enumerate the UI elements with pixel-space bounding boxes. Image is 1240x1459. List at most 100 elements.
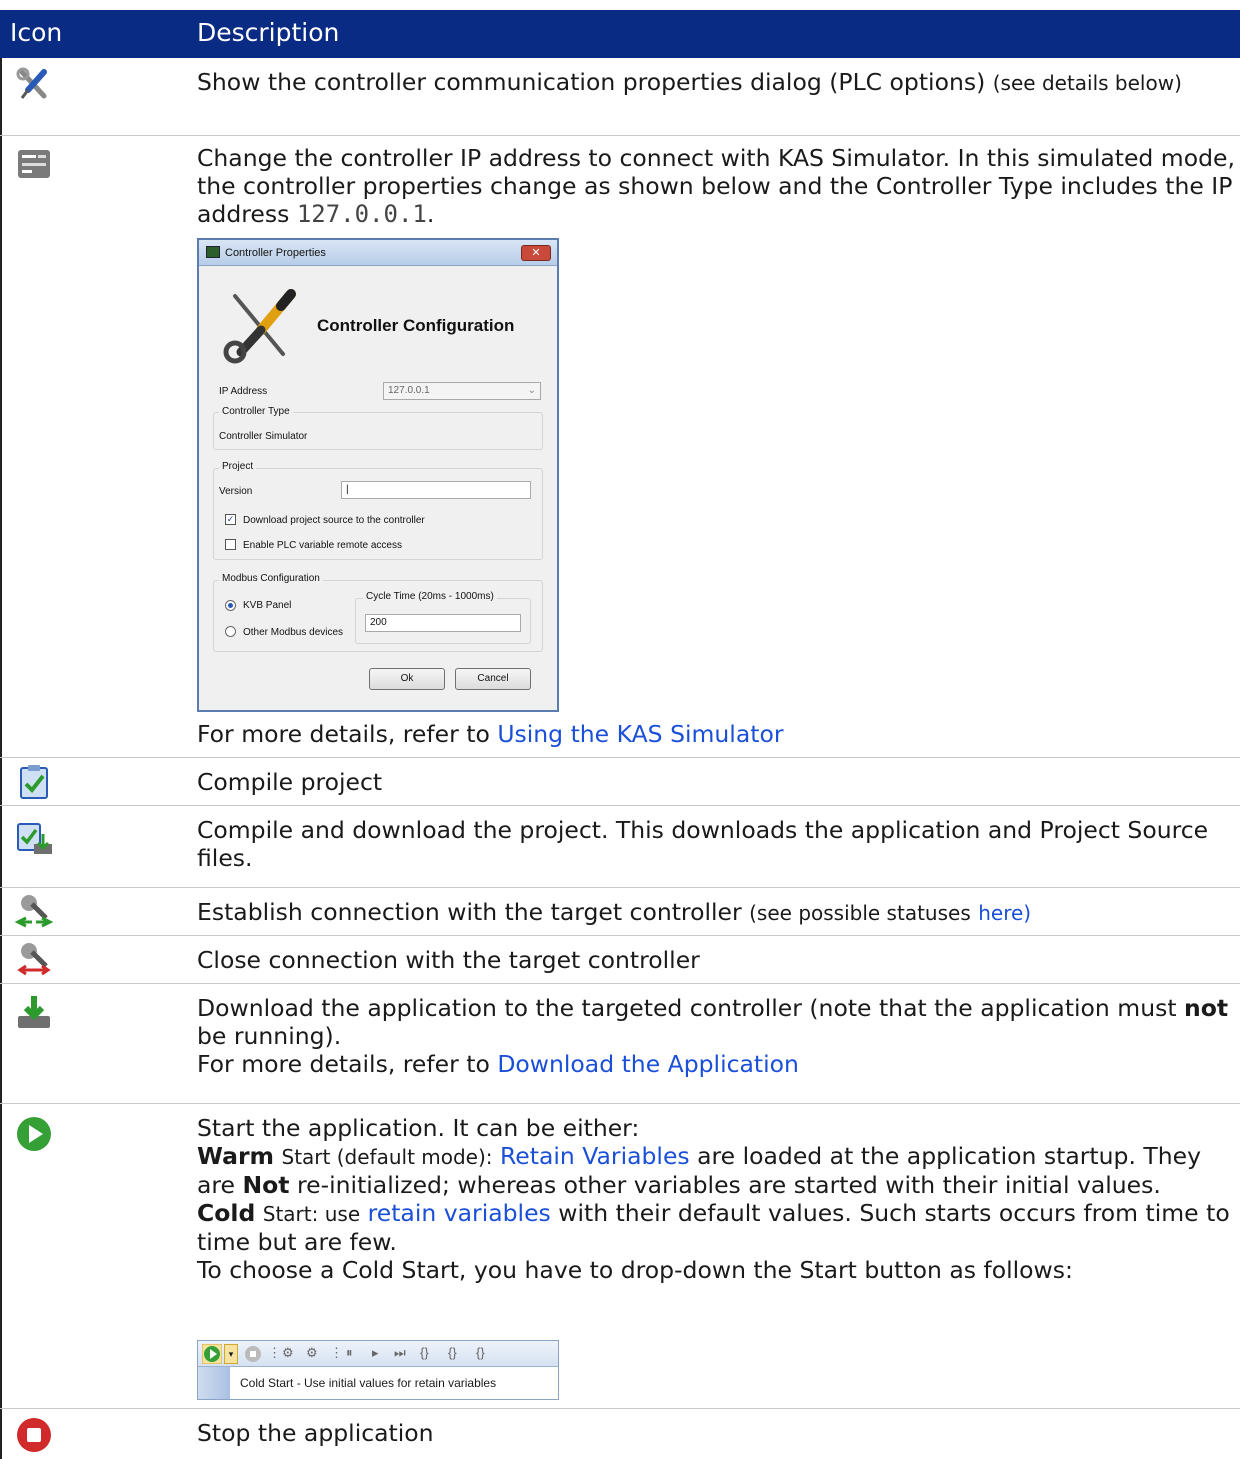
icon-column-header: Icon [10,18,63,47]
table-row: Close connection with the target control… [0,936,1240,984]
retain-variables-link-2[interactable]: retain variables [368,1199,551,1227]
period: . [426,200,435,228]
table-row: Establish connection with the target con… [0,888,1240,936]
row-description: Start the application. It can be either:… [197,1114,1236,1284]
not-emphasis: not [1184,994,1229,1022]
description-text: Show the controller communication proper… [197,68,986,96]
cycle-time-value: 200 [370,617,387,628]
cold-start-menu-item[interactable]: Cold Start - Use initial values for reta… [240,1376,496,1390]
app-icon [206,246,220,258]
version-input[interactable]: | [341,481,531,499]
stop-icon[interactable] [244,1345,262,1363]
using-kas-simulator-link[interactable]: Using the KAS Simulator [497,720,783,748]
table-row: Show the controller communication proper… [0,58,1240,136]
description-text-end: be running). [197,1022,342,1050]
statuses-here-link[interactable]: here) [978,901,1031,925]
table-row: Start the application. It can be either:… [0,1104,1240,1409]
version-value: | [346,484,349,495]
kvb-panel-radio[interactable] [225,600,236,611]
menu-icon-strip [198,1367,230,1399]
stop-icon [17,1418,51,1452]
row-description: Compile and download the project. This d… [197,816,1209,872]
more-details-prefix: For more details, refer to [197,1050,490,1078]
dialog-title: Controller Properties [225,247,326,259]
controller-properties-dialog: Controller Properties ✕ Controller Confi… [197,238,559,712]
step-over-icon[interactable]: ⏭ [394,1345,406,1361]
warm-start-label: Start (default mode): [281,1145,493,1169]
start-icon[interactable] [202,1344,222,1364]
table-row: Change the controller IP address to conn… [0,136,1240,758]
compile-icon [20,765,48,799]
row-description: Compile project [197,768,383,796]
not-emphasis: Not [242,1171,290,1199]
start-icon [17,1117,51,1151]
row-description: Change the controller IP address to conn… [197,144,1236,228]
step-into-icon[interactable]: {} [420,1345,429,1360]
table-row: Download the application to the targeted… [0,984,1240,1104]
cold-start-menu: Cold Start - Use initial values for reta… [198,1367,558,1399]
description-text: Download the application to the targeted… [197,994,1177,1022]
retain-variables-link[interactable]: Retain Variables [500,1142,690,1170]
see-details-note: (see details below) [992,71,1182,95]
row-description: Download the application to the targeted… [197,994,1236,1078]
tools-icon [223,289,296,364]
table-row: Stop the application [0,1409,1240,1459]
cold-start-label: Start: use [262,1202,361,1226]
cycle-time-input[interactable]: 200 [365,614,521,632]
step-return-icon[interactable]: {} [476,1345,485,1360]
download-icon [18,996,50,1028]
wrench-screwdriver-icon [16,67,47,99]
connect-icon [14,895,54,928]
disconnect-icon[interactable]: ⚙ [306,1345,318,1361]
ip-address-code: 127.0.0.1 [296,200,427,228]
compile-download-icon [17,823,52,854]
other-modbus-label: Other Modbus devices [243,627,344,638]
download-source-label: Download project source to the controlle… [243,515,425,526]
connect-icon[interactable]: ⚙ [282,1345,294,1361]
table-header: Icon Description [0,10,1240,58]
start-dropdown-toolbar: ▾ ⋮ ⚙ ⚙ ⋮ ⏸ ▸ ⏭ {} {} {} Cold Start - Us… [197,1340,559,1400]
ip-address-value: 127.0.0.1 [388,385,430,396]
chevron-down-icon[interactable]: ▾ [224,1344,238,1364]
statuses-note: (see possible statuses [749,901,971,925]
download-application-link[interactable]: Download the Application [497,1050,799,1078]
simulator-icon [18,150,50,178]
cold-emphasis: Cold [197,1199,256,1227]
dialog-heading: Controller Configuration [317,316,515,335]
cycle-time-legend: Cycle Time (20ms - 1000ms) [363,591,497,602]
row-description: Establish connection with the target con… [197,898,1236,927]
more-details-line: For more details, refer to Using the KAS… [197,720,1236,748]
other-modbus-radio[interactable] [225,626,236,637]
not-description: re-initialized; whereas other variables … [297,1171,1161,1199]
warm-emphasis: Warm [197,1142,275,1170]
cancel-button[interactable]: Cancel [455,668,531,690]
disconnect-icon [17,943,51,976]
download-source-checkbox[interactable]: ✓ [225,514,236,525]
pause-icon[interactable]: ⏸ [346,1345,353,1361]
controller-type-value: Controller Simulator [219,431,308,442]
project-legend: Project [219,461,257,472]
dialog-titlebar: Controller Properties ✕ [199,240,557,266]
ip-address-label: IP Address [219,386,268,397]
modbus-legend: Modbus Configuration [219,573,323,584]
toolbar-strip: ▾ ⋮ ⚙ ⚙ ⋮ ⏸ ▸ ⏭ {} {} {} [198,1341,558,1367]
table-row: Compile project [0,758,1240,806]
row-description: Stop the application [197,1419,434,1447]
step-icon[interactable]: ▸ [372,1345,379,1361]
start-intro: Start the application. It can be either: [197,1114,640,1142]
separator-icon: ⋮ [330,1345,343,1360]
row-description: Close connection with the target control… [197,946,700,974]
kvb-panel-label: KVB Panel [243,600,292,611]
remote-access-checkbox[interactable] [225,539,236,550]
version-label: Version [219,486,253,497]
table-row: Compile and download the project. This d… [0,806,1240,888]
more-details-prefix: For more details, refer to [197,720,490,748]
close-button[interactable]: ✕ [521,245,551,261]
step-out-icon[interactable]: {} [448,1345,457,1360]
controller-type-legend: Controller Type [219,406,293,417]
ok-button[interactable]: Ok [369,668,445,690]
choose-cold-start-text: To choose a Cold Start, you have to drop… [197,1256,1073,1284]
remote-access-label: Enable PLC variable remote access [243,540,402,551]
separator-icon: ⋮ [268,1345,281,1360]
ip-address-select[interactable]: 127.0.0.1 ⌄ [383,382,541,400]
